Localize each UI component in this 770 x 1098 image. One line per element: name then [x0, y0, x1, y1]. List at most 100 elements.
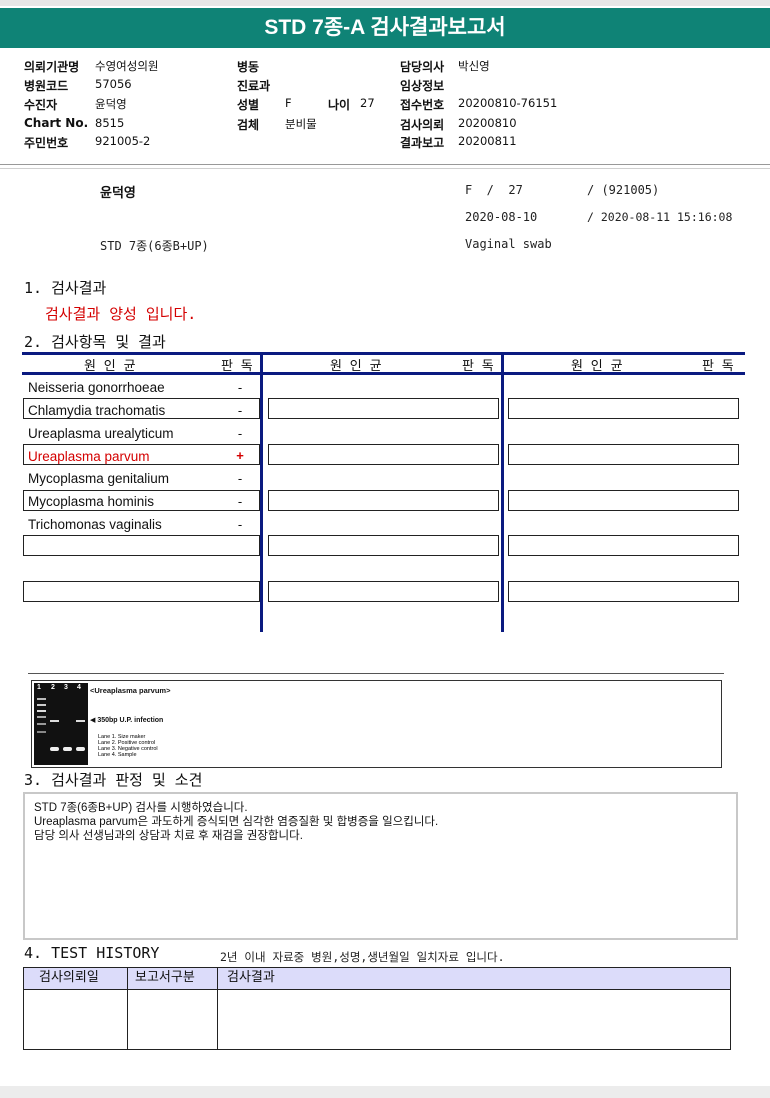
age-value: 27	[360, 96, 375, 110]
result-cell	[268, 398, 499, 419]
table-rule	[23, 1049, 731, 1050]
table-rule	[23, 967, 24, 1050]
section1-result: 검사결과 양성 입니다.	[45, 305, 197, 323]
summary-receipt-date: 2020-08-10	[465, 210, 538, 224]
column-divider	[260, 352, 263, 632]
organism-name-positive: Ureaplasma parvum	[28, 449, 150, 464]
organism-name: Ureaplasma urealyticum	[28, 426, 174, 441]
header-row-chart: Chart No.	[24, 116, 89, 130]
id-value: 921005-2	[95, 134, 151, 148]
section3-heading: 3. 검사결과 판정 및 소견	[24, 771, 203, 789]
gel-band-label: ◀ 350bp U.P. infection	[90, 717, 164, 724]
history-header-bg	[23, 968, 731, 989]
history-column-report-type: 보고서구분	[135, 970, 195, 985]
age-label: 나이	[328, 98, 351, 112]
gel-lane-legend: Lane 1. Size maker Lane 2. Positive cont…	[98, 734, 158, 758]
result-cell	[508, 581, 739, 602]
header-row-institution: 의뢰기관명	[24, 60, 80, 74]
lane-number: 2	[51, 684, 55, 691]
divider	[0, 164, 770, 165]
organism-name: Neisseria gonorrhoeae	[28, 380, 165, 395]
result-cell	[508, 490, 739, 511]
result-cell	[23, 581, 260, 602]
conclusion-line: 담당 의사 선생님과의 상담과 치료 후 재검을 권장합니다.	[34, 830, 303, 842]
summary-specimen: Vaginal swab	[465, 237, 552, 251]
organism-result: -	[237, 380, 243, 395]
ladder-band	[37, 710, 46, 712]
organism-name: Mycoplasma genitalium	[28, 471, 170, 486]
doctor-value: 박신영	[458, 59, 490, 73]
column-header-result: 판 독	[462, 359, 494, 374]
ladder-band	[37, 704, 46, 706]
column-header-organism: 원 인 균	[571, 359, 623, 374]
conclusion-line: STD 7종(6종B+UP) 검사를 시행하였습니다.	[34, 802, 248, 814]
divider	[0, 168, 770, 169]
ladder-band	[37, 698, 46, 700]
table-rule	[217, 967, 218, 1050]
sex-value: F	[285, 96, 292, 110]
specimen-label: 검체	[237, 118, 260, 132]
organism-result-positive: +	[236, 448, 244, 463]
report-date-value: 20200811	[458, 134, 517, 148]
clinical-info-label: 임상정보	[400, 79, 445, 93]
column-header-result: 판 독	[702, 359, 734, 374]
department-label: 진료과	[237, 79, 271, 93]
summary-name: 윤덕영	[100, 186, 136, 201]
primer-band	[50, 747, 59, 751]
receipt-no-value: 20200810-76151	[458, 96, 558, 110]
lane-number: 3	[64, 684, 68, 691]
history-column-result: 검사결과	[227, 970, 275, 985]
specimen-value: 분비물	[285, 117, 317, 131]
report-title: STD 7종-A 검사결과보고서	[0, 8, 770, 48]
result-cell	[508, 535, 739, 556]
request-date-label: 검사의뢰	[400, 118, 445, 132]
lane-number: 4	[77, 684, 81, 691]
organism-result: -	[237, 494, 243, 509]
header-row-patient: 수진자	[24, 98, 58, 112]
organism-name: Trichomonas vaginalis	[28, 517, 162, 532]
table-rule	[730, 967, 731, 1050]
sex-label: 성별	[237, 98, 260, 112]
hospital-code-value: 57056	[95, 77, 132, 91]
positive-band	[50, 720, 59, 722]
organism-name: Mycoplasma hominis	[28, 494, 155, 509]
history-column-request-date: 검사의뢰일	[39, 970, 99, 985]
summary-sex-age: F / 27	[465, 183, 523, 197]
gel-image: 1 2 3 4	[34, 683, 88, 765]
lane-legend-item: Lane 4. Sample	[98, 752, 137, 758]
column-header-organism: 원 인 균	[330, 359, 382, 374]
gel-rule	[28, 673, 724, 674]
section2-heading: 2. 검사항목 및 결과	[24, 333, 166, 351]
header-row-id: 주민번호	[24, 136, 69, 150]
lane-number: 1	[37, 684, 41, 691]
primer-band	[63, 747, 72, 751]
primer-band	[76, 747, 85, 751]
table-rule	[23, 989, 731, 990]
gel-band-text: 350bp U.P. infection	[97, 717, 164, 724]
organism-result: -	[237, 403, 243, 418]
sample-band	[76, 720, 85, 722]
result-cell	[268, 535, 499, 556]
chart-value: 8515	[95, 116, 125, 130]
result-cell	[268, 490, 499, 511]
request-date-value: 20200810	[458, 116, 517, 130]
patient-value: 윤덕영	[95, 97, 127, 111]
summary-test-name: STD 7종(6종B+UP)	[100, 239, 209, 253]
conclusion-text: STD 7종(6종B+UP) 검사를 시행하였습니다. Ureaplasma p…	[34, 801, 438, 843]
ladder-band	[37, 723, 46, 725]
summary-report-datetime: / 2020-08-11 15:16:08	[587, 210, 733, 224]
ward-label: 병동	[237, 60, 260, 74]
result-cell	[508, 444, 739, 465]
result-cell	[23, 535, 260, 556]
column-divider	[501, 352, 504, 632]
conclusion-box: STD 7종(6종B+UP) 검사를 시행하였습니다. Ureaplasma p…	[23, 792, 738, 940]
receipt-no-label: 접수번호	[400, 98, 445, 112]
history-note: 2년 이내 자료중 병원,성명,생년월일 일치자료 입니다.	[220, 950, 505, 964]
header-row-hospital-code: 병원코드	[24, 79, 69, 93]
organism-result: -	[237, 471, 243, 486]
gel-title: <Ureaplasma parvum>	[90, 686, 171, 695]
result-cell	[268, 581, 499, 602]
report-date-label: 결과보고	[400, 136, 445, 150]
section1-heading: 1. 검사결과	[24, 279, 107, 297]
top-border	[0, 0, 770, 6]
